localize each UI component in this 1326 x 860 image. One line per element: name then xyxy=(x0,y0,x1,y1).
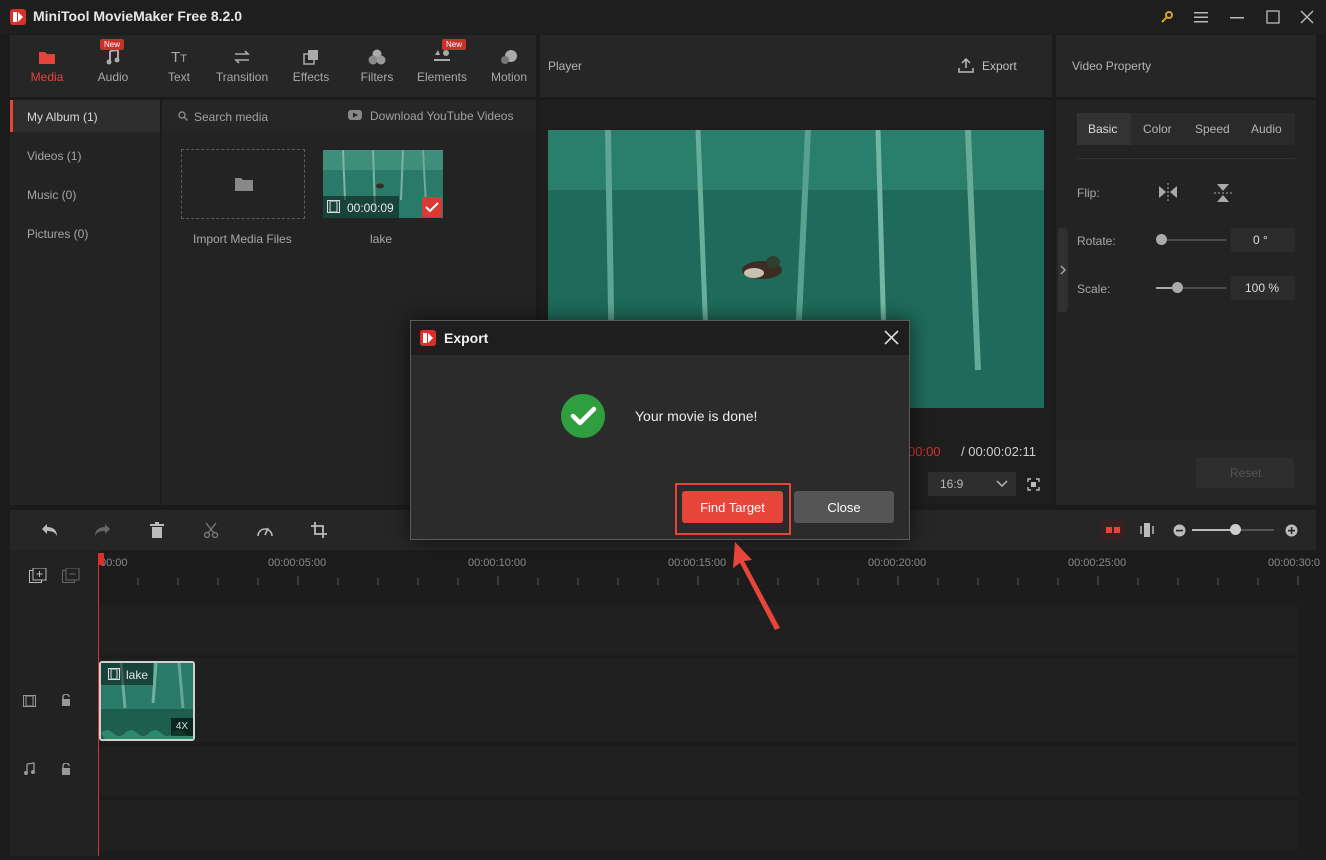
close-icon[interactable] xyxy=(884,330,899,345)
close-button[interactable]: Close xyxy=(794,491,894,523)
dialog-header: Export xyxy=(411,321,909,355)
export-dialog: Export Your movie is done! Find Target C… xyxy=(410,320,910,540)
find-target-label: Find Target xyxy=(700,499,765,515)
annotation-arrow xyxy=(733,542,780,630)
close-label: Close xyxy=(827,499,861,515)
dialog-title: Export xyxy=(444,330,489,346)
find-target-button[interactable]: Find Target xyxy=(682,491,783,523)
app-logo-icon xyxy=(420,330,436,346)
dialog-message: Your movie is done! xyxy=(635,408,758,424)
success-check-icon xyxy=(561,394,605,438)
